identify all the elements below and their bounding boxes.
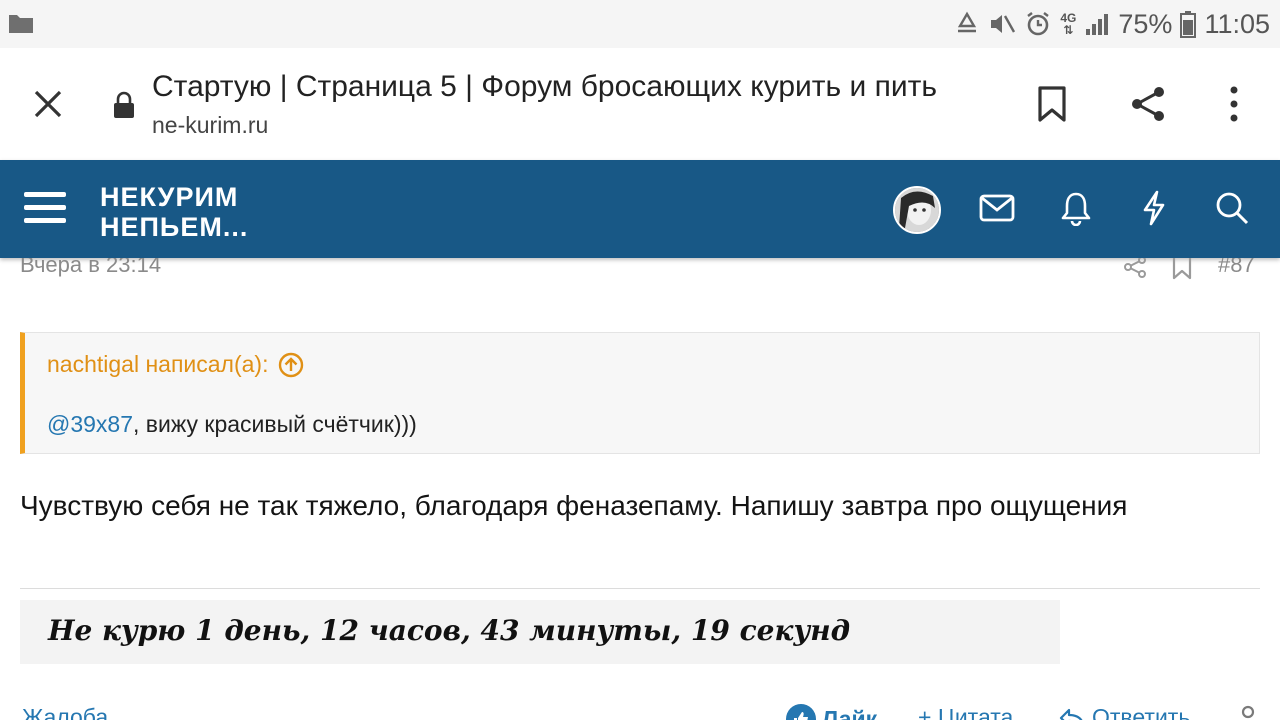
recycle-icon — [958, 11, 977, 33]
network-type: 4G ⇅ — [1060, 11, 1077, 37]
avatar-image — [895, 188, 939, 232]
envelope-icon — [979, 194, 1015, 222]
reply-label: Ответить — [1092, 704, 1191, 720]
whats-new-button[interactable] — [1134, 188, 1174, 228]
bookmark-post-icon[interactable] — [1170, 258, 1194, 280]
battery-icon — [1180, 11, 1197, 38]
page-url[interactable]: ne-kurim.ru — [152, 112, 268, 139]
hamburger-menu-icon[interactable] — [22, 188, 68, 228]
page-title: Стартую | Страница 5 | Форум бросающих к… — [152, 70, 937, 103]
more-icon — [1241, 705, 1255, 719]
folder-icon — [9, 15, 33, 33]
bell-icon — [1061, 192, 1091, 226]
signal-icon — [1086, 14, 1109, 35]
alerts-button[interactable] — [1056, 188, 1096, 228]
reply-icon — [1059, 708, 1083, 720]
mute-icon — [991, 15, 1016, 33]
signature-divider — [20, 588, 1260, 589]
battery-percent: 75% — [1118, 8, 1173, 39]
close-icon[interactable] — [28, 84, 68, 124]
share-post-icon[interactable] — [1122, 258, 1148, 280]
more-vertical-icon — [1230, 86, 1238, 122]
browser-toolbar: Стартую | Страница 5 | Форум бросающих к… — [0, 48, 1280, 160]
search-icon — [1216, 192, 1249, 225]
quote-text-rest: , вижу красивый счётчик))) — [133, 411, 417, 437]
quote-block: nachtigal написал(а): @39x87, вижу краси… — [20, 332, 1260, 454]
search-button[interactable] — [1212, 188, 1252, 228]
post-date[interactable]: Вчера в 23:14 — [20, 258, 161, 278]
report-label: Жалоба — [22, 704, 109, 720]
quote-text: @39x87, вижу красивый счётчик))) — [47, 411, 417, 438]
lightning-icon — [1143, 190, 1165, 226]
user-avatar[interactable] — [893, 186, 941, 234]
post-number[interactable]: #87 — [1218, 258, 1255, 278]
more-actions-button[interactable] — [1236, 704, 1260, 720]
quote-button[interactable]: + Цитата — [918, 704, 1013, 720]
post-container: Вчера в 23:14 #87 nachtigal написал(а): … — [0, 258, 1280, 720]
site-logo[interactable]: НЕКУРИМ НЕПЬЕМ... — [100, 182, 248, 242]
report-button[interactable]: Жалоба — [22, 704, 108, 720]
bookmark-button[interactable] — [1028, 80, 1076, 128]
thumbs-up-icon — [786, 704, 816, 720]
user-mention-link[interactable]: @39x87 — [47, 411, 133, 437]
signature-text: Не курю 1 день, 12 часов, 43 минуты, 19 … — [48, 614, 851, 647]
post-body: Чувствую себя не так тяжело, благодаря ф… — [20, 490, 1128, 521]
quote-author[interactable]: nachtigal написал(а): — [47, 351, 268, 378]
site-navbar: НЕКУРИМ НЕПЬЕМ... — [0, 160, 1280, 258]
reply-button[interactable]: Ответить — [1058, 704, 1190, 720]
clock: 11:05 — [1204, 8, 1270, 39]
quote-label: + Цитата — [918, 704, 1014, 720]
lock-icon — [114, 91, 134, 118]
like-button[interactable]: Лайк — [786, 704, 877, 720]
share-icon — [1132, 87, 1164, 121]
jump-to-quote-icon[interactable] — [278, 352, 304, 378]
signature-counter-banner: Не курю 1 день, 12 часов, 43 минуты, 19 … — [20, 600, 1060, 664]
inbox-button[interactable] — [977, 188, 1017, 228]
bookmark-icon — [1038, 86, 1066, 122]
post-actions: Жалоба Лайк + Цитата Ответить — [0, 704, 1280, 720]
quote-header: nachtigal написал(а): — [47, 351, 304, 378]
status-bar: 4G ⇅ 75% 11:05 — [0, 0, 1280, 48]
alarm-icon — [1027, 12, 1050, 36]
share-button[interactable] — [1124, 80, 1172, 128]
more-options-button[interactable] — [1210, 80, 1258, 128]
like-label: Лайк — [822, 705, 878, 720]
